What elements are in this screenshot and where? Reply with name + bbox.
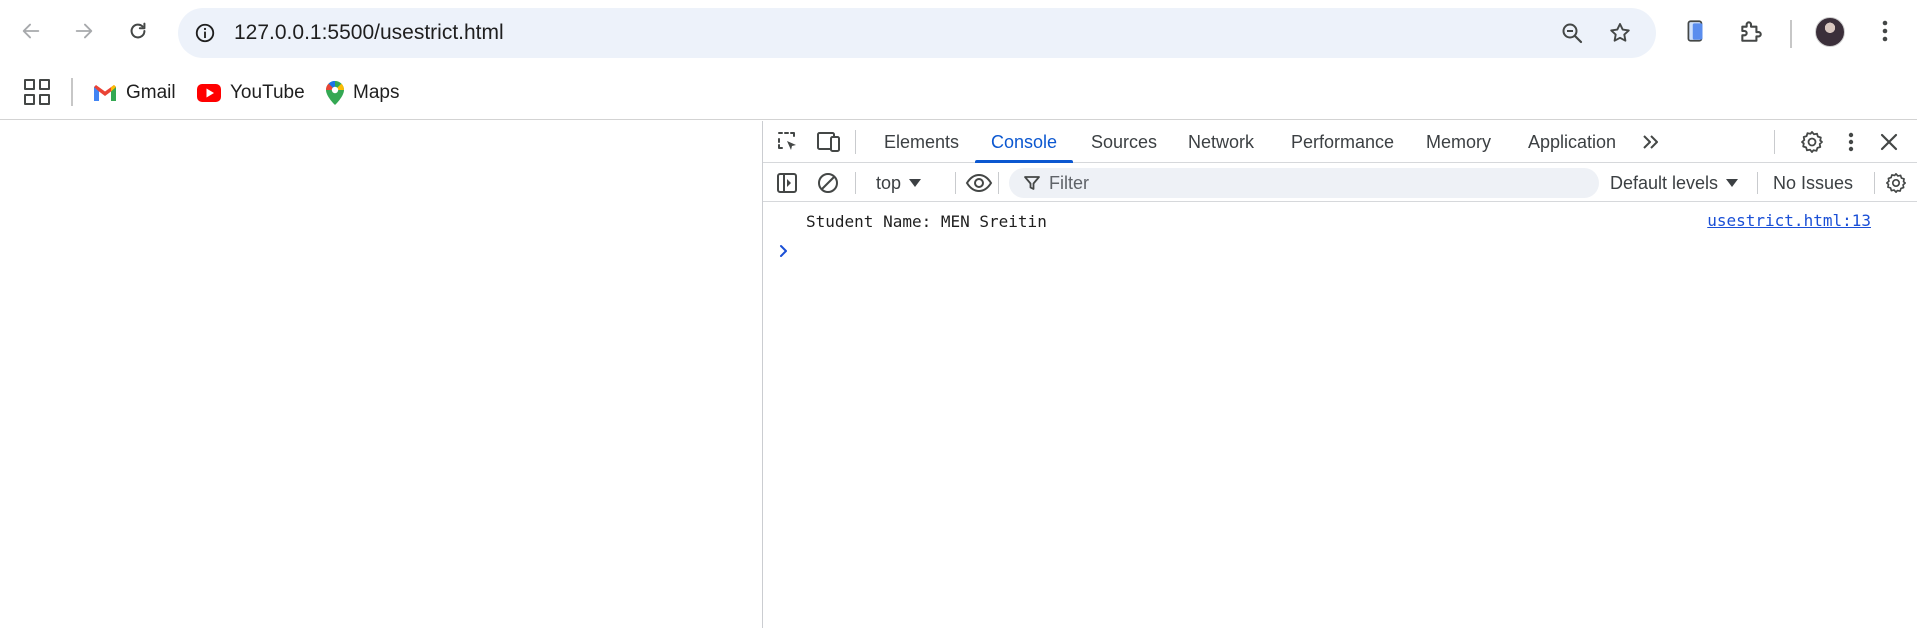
log-levels-dropdown[interactable]: Default levels (1610, 170, 1739, 196)
inspect-element-icon[interactable] (775, 129, 801, 155)
devtools-panel: Elements Console Sources Network Perform… (762, 121, 1917, 628)
customize-menu-icon[interactable] (1843, 129, 1859, 155)
browser-toolbar: 127.0.0.1:5500/usestrict.html (0, 0, 1917, 66)
tab-divider (1774, 130, 1775, 154)
extensions-puzzle-icon[interactable] (1735, 15, 1767, 47)
gmail-icon (94, 85, 116, 101)
console-prompt[interactable] (763, 237, 1917, 267)
apps-grid-icon[interactable] (24, 79, 50, 105)
settings-gear-icon[interactable] (1799, 129, 1825, 155)
arrow-right-icon (75, 23, 93, 39)
tab-divider (855, 130, 856, 154)
console-output: Student Name: MEN Sreitin usestrict.html… (763, 203, 1917, 628)
bookmark-label: Gmail (126, 82, 176, 103)
bookmark-gmail[interactable]: Gmail (93, 78, 176, 108)
address-bar[interactable]: 127.0.0.1:5500/usestrict.html (178, 8, 1656, 58)
bookmark-label: Maps (353, 82, 400, 103)
toolbar-divider (855, 172, 856, 194)
tab-elements[interactable]: Elements (884, 121, 959, 163)
url-text[interactable]: 127.0.0.1:5500/usestrict.html (234, 21, 504, 45)
arrow-left-icon (22, 23, 40, 39)
dropdown-arrow-icon (909, 179, 922, 187)
context-label: top (876, 172, 902, 193)
toolbar-divider (998, 172, 999, 194)
device-toolbar-icon[interactable] (815, 129, 843, 155)
profile-avatar[interactable] (1815, 17, 1845, 47)
tab-performance[interactable]: Performance (1291, 121, 1394, 163)
bookmark-star-icon[interactable] (1606, 19, 1634, 47)
prompt-chevron-icon (780, 245, 787, 257)
sidebar-toggle-icon[interactable] (775, 171, 799, 195)
site-info-icon[interactable] (192, 20, 218, 46)
reload-button[interactable] (120, 13, 156, 49)
console-message-text: Student Name: MEN Sreitin (806, 212, 1047, 231)
youtube-icon (197, 84, 221, 102)
toolbar-divider (1874, 172, 1875, 194)
console-settings-gear-icon[interactable] (1884, 171, 1908, 195)
tab-sources[interactable]: Sources (1091, 121, 1157, 163)
console-message-source-link[interactable]: usestrict.html:13 (1707, 211, 1871, 230)
dropdown-arrow-icon (1726, 179, 1739, 187)
tab-network[interactable]: Network (1188, 121, 1254, 163)
live-expression-eye-icon[interactable] (955, 170, 1003, 196)
zoom-icon[interactable] (1558, 19, 1586, 47)
bookmark-youtube[interactable]: YouTube (197, 78, 305, 108)
bookmark-label: YouTube (230, 82, 305, 103)
bookmarks-divider (71, 78, 73, 106)
levels-label: Default levels (1610, 172, 1719, 193)
maps-pin-icon (326, 81, 344, 105)
issues-counter[interactable]: No Issues (1773, 170, 1853, 196)
devtools-tab-strip: Elements Console Sources Network Perform… (763, 121, 1917, 163)
filter-input[interactable] (1049, 168, 1579, 198)
tab-console[interactable]: Console (974, 121, 1074, 163)
console-filter[interactable] (1009, 168, 1599, 198)
execution-context-select[interactable]: top (876, 170, 922, 196)
filter-funnel-icon (1024, 176, 1040, 190)
toolbar-divider (1790, 20, 1792, 48)
more-tabs-chevron-icon[interactable] (1639, 130, 1663, 154)
console-message-row: Student Name: MEN Sreitin usestrict.html… (763, 203, 1917, 237)
tab-memory[interactable]: Memory (1426, 121, 1491, 163)
phone-extension-icon[interactable] (1680, 15, 1712, 47)
tab-application[interactable]: Application (1528, 121, 1616, 163)
reload-icon (130, 22, 146, 39)
bookmark-maps[interactable]: Maps (326, 78, 399, 108)
back-button[interactable] (13, 13, 49, 49)
clear-console-icon[interactable] (816, 171, 840, 195)
console-toolbar: top Default levels No Issues (763, 164, 1917, 202)
forward-button[interactable] (66, 13, 102, 49)
kebab-menu-icon[interactable] (1869, 15, 1901, 47)
toolbar-divider (1757, 172, 1758, 194)
bookmarks-bar: Gmail YouTube Maps (0, 66, 1917, 120)
page-viewport (0, 121, 762, 628)
close-devtools-icon[interactable] (1877, 130, 1901, 154)
